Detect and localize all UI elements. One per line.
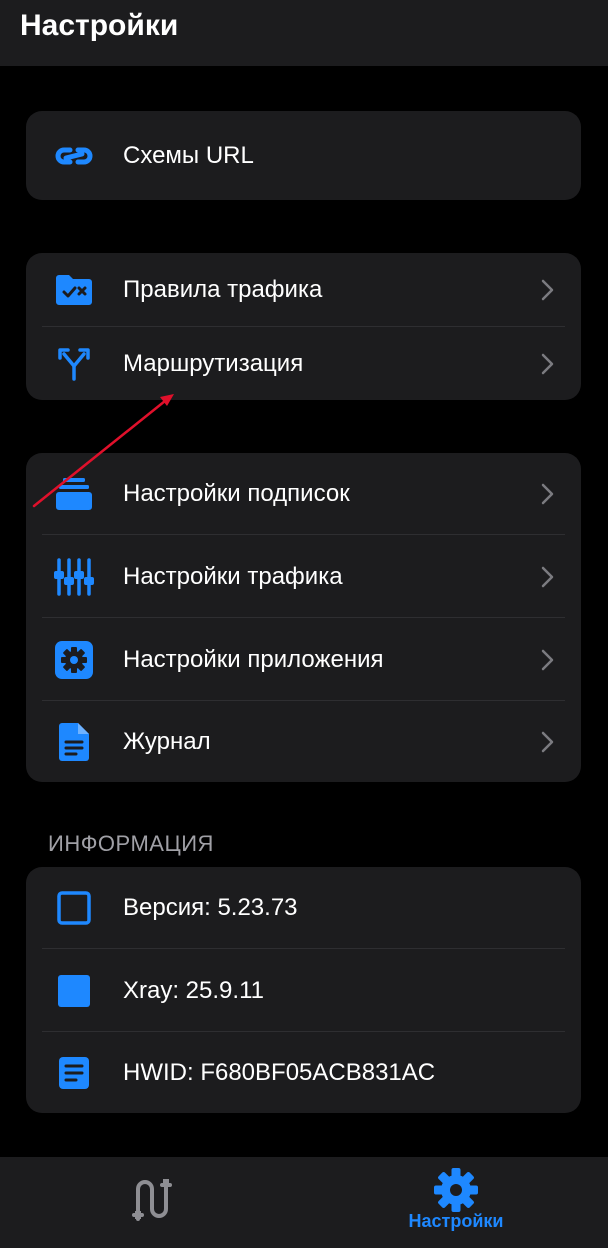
row-label: Схемы URL: [123, 141, 254, 169]
page-title: Настройки: [20, 9, 179, 42]
equalizer-icon: [52, 555, 96, 599]
bottom-navigation: Настройки: [0, 1157, 608, 1248]
top-app-bar: Настройки: [0, 0, 608, 66]
subscriptions-icon: [52, 472, 96, 516]
chevron-right-icon: [541, 649, 554, 670]
chevron-right-icon: [541, 731, 554, 753]
row-label: HWID: F680BF05ACB831AC: [123, 1059, 436, 1086]
row-label: Правила трафика: [123, 276, 323, 303]
connection-icon: [130, 1175, 174, 1228]
square-filled-icon: [52, 969, 96, 1013]
row-journal[interactable]: Журнал: [26, 701, 581, 782]
row-traffic-settings[interactable]: Настройки трафика: [26, 535, 581, 618]
square-outline-icon: [52, 886, 96, 930]
row-app-settings[interactable]: Настройки приложения: [26, 618, 581, 701]
chevron-right-icon: [541, 566, 554, 587]
row-subscription-settings[interactable]: Настройки подписок: [26, 453, 581, 535]
row-traffic-rules[interactable]: Правила трафика: [26, 253, 581, 327]
nav-item-settings[interactable]: Настройки: [304, 1157, 608, 1248]
row-hwid[interactable]: HWID: F680BF05ACB831AC: [26, 1032, 581, 1113]
gear-square-icon: [52, 638, 96, 682]
row-label: Xray: 25.9.11: [123, 976, 264, 1004]
link-icon: [52, 134, 96, 178]
section-title-info: ИНФОРМАЦИЯ: [48, 831, 214, 856]
card-info: Версия: 5.23.73 Xray: 25.9.11 HWID: F680…: [26, 867, 581, 1113]
nav-label-settings: Настройки: [408, 1211, 504, 1231]
row-url-schemes[interactable]: Схемы URL: [26, 111, 581, 200]
chevron-right-icon: [541, 353, 554, 374]
row-label: Настройки подписок: [123, 480, 350, 507]
document-icon: [52, 720, 96, 764]
card-rules: Правила трафика Маршрутизация: [26, 253, 581, 400]
folder-rules-icon: [52, 268, 96, 312]
row-version[interactable]: Версия: 5.23.73: [26, 867, 581, 949]
row-label: Журнал: [123, 728, 211, 755]
row-label: Маршрутизация: [123, 349, 304, 377]
document-lines-icon: [52, 1051, 96, 1095]
chevron-right-icon: [541, 279, 554, 301]
card-url-schemes: Схемы URL: [26, 111, 581, 200]
row-label: Версия: 5.23.73: [123, 894, 298, 921]
route-split-icon: [52, 342, 96, 386]
row-label: Настройки трафика: [123, 562, 343, 590]
row-routing[interactable]: Маршрутизация: [26, 327, 581, 400]
row-label: Настройки приложения: [123, 645, 384, 673]
card-settings: Настройки подписок Настройки трафика Нас…: [26, 453, 581, 782]
chevron-right-icon: [541, 483, 554, 505]
row-xray[interactable]: Xray: 25.9.11: [26, 949, 581, 1032]
nav-item-connection[interactable]: [0, 1157, 304, 1248]
